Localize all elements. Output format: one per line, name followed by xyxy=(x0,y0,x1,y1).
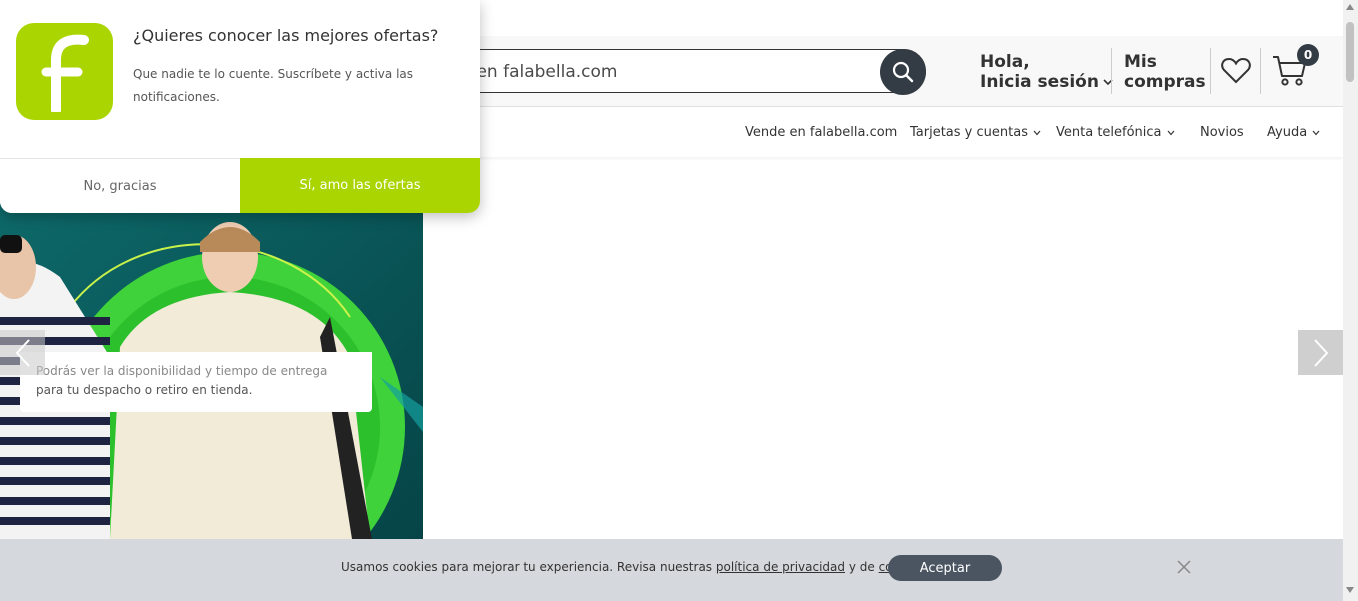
decline-notifications-button[interactable]: No, gracias xyxy=(0,158,240,213)
nav-item-help[interactable]: Ayuda xyxy=(1267,125,1320,140)
nav-item-label: Venta telefónica xyxy=(1056,125,1162,140)
scroll-down-arrow[interactable] xyxy=(1346,587,1354,593)
chevron-left-icon xyxy=(15,338,30,367)
cookie-banner: Usamos cookies para mejorar tu experienc… xyxy=(0,539,1343,601)
accept-notifications-button[interactable]: Sí, amo las ofertas xyxy=(240,158,480,213)
login-menu[interactable]: Hola, Inicia sesión xyxy=(980,52,1113,92)
cookie-message: Usamos cookies para mejorar tu experienc… xyxy=(341,560,928,574)
nav-item-weddings[interactable]: Novios xyxy=(1200,125,1244,140)
nav-item-label: Ayuda xyxy=(1267,125,1308,140)
banner-tooltip-line1: Podrás ver la disponibilidad y tiempo de… xyxy=(36,364,328,378)
chevron-right-icon xyxy=(1313,338,1328,367)
chevron-down-icon xyxy=(1312,130,1320,135)
header-divider xyxy=(1260,48,1261,94)
header-divider xyxy=(1210,48,1211,94)
my-purchases-link[interactable]: Mis compras xyxy=(1124,52,1206,92)
banner-artwork xyxy=(0,157,423,539)
nav-item-cards[interactable]: Tarjetas y cuentas xyxy=(910,125,1041,140)
scroll-thumb[interactable] xyxy=(1346,22,1354,82)
popup-text: Que nadie te lo cuente. Suscríbete y act… xyxy=(133,67,414,104)
cookie-close-button[interactable] xyxy=(1176,559,1192,579)
search-input[interactable] xyxy=(411,58,875,86)
nav-item-label: Tarjetas y cuentas xyxy=(910,125,1028,140)
heart-icon xyxy=(1221,57,1251,84)
cart-count-badge: 0 xyxy=(1297,44,1319,66)
wishlist-button[interactable] xyxy=(1221,57,1251,88)
falabella-logo-icon xyxy=(16,23,113,120)
banner-tooltip-line2: para tu despacho o retiro en tienda. xyxy=(36,383,253,397)
cookie-text-before: Usamos cookies para mejorar tu experienc… xyxy=(341,560,713,574)
nav-item-label: Novios xyxy=(1200,125,1244,140)
cookie-text-middle: y de xyxy=(848,560,875,574)
search-icon xyxy=(892,61,914,83)
login-action: Inicia sesión xyxy=(980,72,1099,92)
purchases-line2: compras xyxy=(1124,72,1206,92)
popup-title: ¿Quieres conocer las mejores ofertas? xyxy=(133,26,439,45)
header-divider xyxy=(1111,48,1112,94)
search-button[interactable] xyxy=(880,49,926,95)
nav-item-phone-sales[interactable]: Venta telefónica xyxy=(1056,125,1175,140)
chevron-down-icon xyxy=(1167,130,1174,135)
login-greeting: Hola, xyxy=(980,52,1030,72)
nav-item-label: Vende en falabella.com xyxy=(745,125,898,140)
carousel-prev-button[interactable] xyxy=(0,330,45,375)
page-scrollbar[interactable] xyxy=(1343,0,1358,601)
cookie-accept-button[interactable]: Aceptar xyxy=(888,555,1002,581)
purchases-line1: Mis xyxy=(1124,52,1157,72)
privacy-policy-link[interactable]: política de privacidad xyxy=(716,560,845,574)
close-icon xyxy=(1177,560,1191,574)
carousel-next-button[interactable] xyxy=(1298,330,1343,375)
banner-tooltip: Podrás ver la disponibilidad y tiempo de… xyxy=(20,352,372,412)
scroll-up-arrow[interactable] xyxy=(1346,4,1354,10)
notification-popup: ¿Quieres conocer las mejores ofertas? Qu… xyxy=(0,0,480,213)
chevron-down-icon xyxy=(1033,130,1041,135)
nav-item-sell[interactable]: Vende en falabella.com xyxy=(745,125,897,140)
promo-banner[interactable]: Podrás ver la disponibilidad y tiempo de… xyxy=(0,157,423,539)
